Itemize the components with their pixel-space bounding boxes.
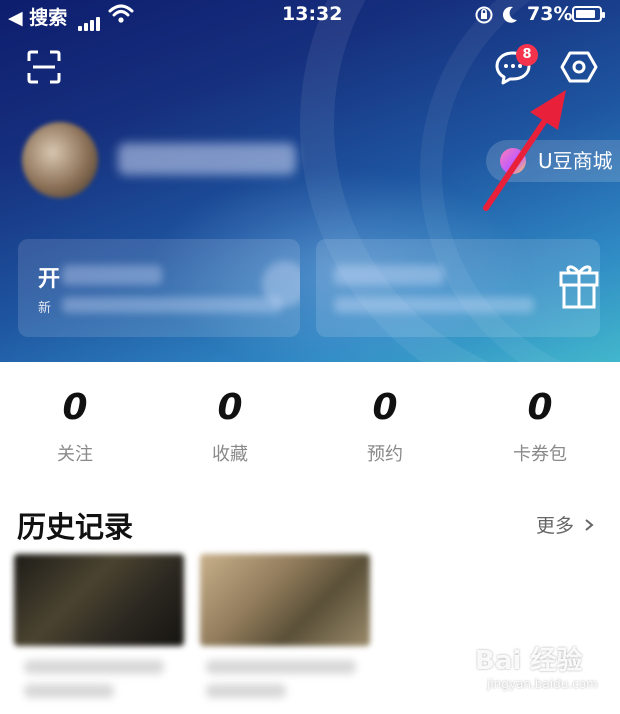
- stat-reservations[interactable]: 0 预约: [325, 388, 445, 466]
- stat-label: 预约: [367, 444, 403, 465]
- stat-value: 0: [372, 387, 398, 428]
- blurred-icon: [262, 261, 300, 307]
- battery-percent: 73%: [527, 3, 573, 25]
- stat-label: 收藏: [212, 444, 248, 465]
- membership-card[interactable]: 开 新: [18, 239, 300, 337]
- stat-following[interactable]: 0 关注: [15, 388, 135, 466]
- orientation-lock-icon: [475, 6, 493, 24]
- wifi-icon: [108, 4, 134, 23]
- stat-value: 0: [527, 387, 553, 428]
- card-title-fragment: 开: [38, 267, 61, 292]
- signal-icon: [78, 9, 102, 31]
- blurred-text: [334, 265, 444, 285]
- baidu-jingyan-watermark: Bai 经验: [475, 646, 583, 676]
- stat-favorites[interactable]: 0 收藏: [170, 388, 290, 466]
- history-caption-blurred: [206, 684, 286, 698]
- history-thumbnail[interactable]: [14, 554, 184, 646]
- stat-label: 卡券包: [513, 444, 567, 465]
- avatar[interactable]: [22, 122, 98, 198]
- battery-icon: [572, 6, 605, 22]
- blurred-text: [334, 297, 534, 313]
- history-caption-blurred: [24, 684, 114, 698]
- clock: 13:32: [282, 3, 343, 25]
- blurred-text: [62, 297, 282, 313]
- history-caption-blurred: [24, 660, 164, 674]
- card-subtitle-fragment: 新: [38, 301, 52, 316]
- gift-card[interactable]: [316, 239, 600, 337]
- back-to-search-link[interactable]: ◀ 搜索: [8, 3, 67, 30]
- history-title: 历史记录: [17, 510, 134, 544]
- blurred-text: [62, 265, 162, 285]
- more-label: 更多: [536, 515, 575, 537]
- chevron-right-icon: [585, 519, 594, 531]
- stat-value: 0: [62, 387, 88, 428]
- status-bar: ◀ 搜索 13:32 73%: [0, 0, 620, 32]
- red-pointer-arrow: [483, 90, 566, 211]
- stats-row: 0 关注 0 收藏 0 预约 0 卡券包: [0, 362, 620, 472]
- gift-icon: [559, 265, 599, 309]
- more-history-link[interactable]: 更多: [536, 511, 594, 538]
- username-blurred[interactable]: [118, 143, 296, 175]
- message-badge: 8: [516, 44, 538, 66]
- stat-value: 0: [217, 387, 243, 428]
- stat-label: 关注: [57, 444, 93, 465]
- watermark-url: jingyan.baidu.com: [487, 677, 598, 691]
- history-caption-blurred: [206, 660, 356, 674]
- moon-icon: [502, 6, 517, 23]
- scan-icon[interactable]: [27, 50, 61, 84]
- profile-header: ◀ 搜索 13:32 73% 8 U豆商城 开 新: [0, 0, 620, 362]
- stat-coupons[interactable]: 0 卡券包: [480, 388, 600, 466]
- history-thumbnail[interactable]: [200, 554, 370, 646]
